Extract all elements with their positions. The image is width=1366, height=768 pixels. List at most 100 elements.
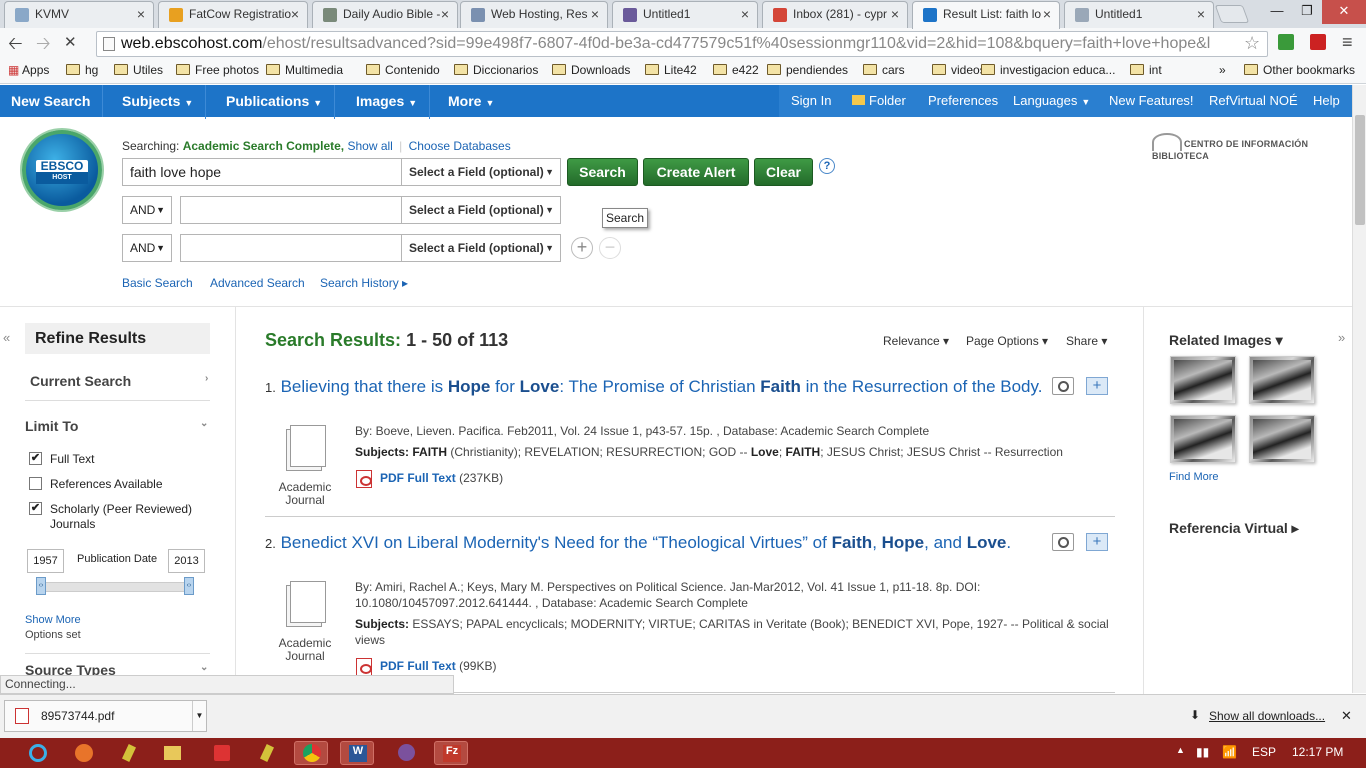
help-icon[interactable]: ? xyxy=(819,158,835,174)
source-types-toggle[interactable]: Source Types ⌄ xyxy=(25,662,210,676)
relevance-dropdown[interactable]: Relevance ▾ xyxy=(883,334,949,348)
year-from-input[interactable]: 1957 xyxy=(27,549,64,573)
search-button[interactable]: Search xyxy=(567,158,638,186)
field-select-2[interactable]: Select a Field (optional) ▼ xyxy=(401,196,561,224)
firefox-icon[interactable] xyxy=(70,741,98,765)
collapse-right-icon[interactable]: » xyxy=(1338,330,1345,345)
signal-icon[interactable]: 📶 xyxy=(1222,745,1237,759)
back-icon[interactable]: 🡠 xyxy=(8,34,23,52)
chrome-icon[interactable] xyxy=(294,741,328,765)
bookmark-item[interactable]: Lite42 xyxy=(645,62,697,78)
nav-folder[interactable]: Folder xyxy=(852,85,906,117)
slider-handle-start[interactable]: ‹› xyxy=(36,577,46,595)
nav-images[interactable]: Images ▼ xyxy=(356,85,431,119)
clock[interactable]: 12:17 PM xyxy=(1292,745,1343,759)
preview-magnifier-icon[interactable] xyxy=(1052,377,1074,395)
show-more-link[interactable]: Show More xyxy=(25,614,81,626)
browser-tab[interactable]: KVMV × xyxy=(4,1,154,28)
tab-close-icon[interactable]: × xyxy=(591,2,599,27)
nav-languages[interactable]: Languages ▼ xyxy=(1013,85,1090,118)
bookmark-item[interactable]: » xyxy=(1219,62,1226,78)
search-input-2[interactable] xyxy=(180,196,402,224)
browser-tab[interactable]: Untitled1 × xyxy=(1064,1,1214,28)
tab-close-icon[interactable]: × xyxy=(137,2,145,27)
pdf-full-text-link[interactable]: PDF Full Text xyxy=(380,471,456,485)
bookmark-item[interactable]: cars xyxy=(863,62,905,78)
extension-icon[interactable] xyxy=(1278,34,1294,50)
bookmark-item[interactable]: Multimedia xyxy=(266,62,343,78)
download-manager-icon[interactable] xyxy=(208,741,236,765)
add-to-folder-icon[interactable]: + xyxy=(1086,377,1108,395)
download-menu-icon[interactable]: ▼ xyxy=(192,701,206,731)
bookmark-item[interactable]: Diccionarios xyxy=(454,62,538,78)
related-image-thumb[interactable] xyxy=(1170,356,1236,404)
nav-publications[interactable]: Publications ▼ xyxy=(226,85,336,119)
tab-close-icon[interactable]: × xyxy=(741,2,749,27)
basic-search-link[interactable]: Basic Search xyxy=(122,276,193,290)
find-more-link[interactable]: Find More xyxy=(1169,471,1219,483)
bookmark-item[interactable]: pendiendes xyxy=(767,62,848,78)
references-available-checkbox[interactable] xyxy=(29,477,42,490)
scholarly-checkbox[interactable]: ✔ xyxy=(29,502,42,515)
create-alert-button[interactable]: Create Alert xyxy=(643,158,749,186)
show-hidden-icons-icon[interactable]: ▲ xyxy=(1176,745,1185,755)
share-dropdown[interactable]: Share ▾ xyxy=(1066,334,1107,348)
year-to-input[interactable]: 2013 xyxy=(168,549,205,573)
stop-loading-icon[interactable]: ✕ xyxy=(64,34,77,52)
show-all-link[interactable]: Show all xyxy=(347,139,392,153)
bookmark-item[interactable]: videos xyxy=(932,62,986,78)
word-icon[interactable]: W xyxy=(340,741,374,765)
bookmark-item[interactable]: Downloads xyxy=(552,62,630,78)
tab-close-icon[interactable]: × xyxy=(1043,2,1051,27)
related-image-thumb[interactable] xyxy=(1170,415,1236,463)
browser-tab[interactable]: Inbox (281) - cypr × xyxy=(762,1,908,28)
clear-button[interactable]: Clear xyxy=(754,158,813,186)
language-indicator[interactable]: ESP xyxy=(1252,745,1276,759)
show-all-downloads-link[interactable]: Show all downloads... xyxy=(1209,709,1325,723)
tab-close-icon[interactable]: × xyxy=(891,2,899,27)
new-tab-button[interactable] xyxy=(1214,5,1250,23)
field-select-3[interactable]: Select a Field (optional) ▼ xyxy=(401,234,561,262)
nav-help[interactable]: Help xyxy=(1313,85,1340,117)
choose-databases-link[interactable]: Choose Databases xyxy=(409,139,511,153)
bookmark-item[interactable]: Free photos xyxy=(176,62,259,78)
bookmark-item[interactable]: int xyxy=(1130,62,1162,78)
remove-row-icon[interactable]: − xyxy=(599,237,621,259)
related-image-thumb[interactable] xyxy=(1249,356,1315,404)
add-row-icon[interactable]: + xyxy=(571,237,593,259)
bookmark-item[interactable]: Utiles xyxy=(114,62,163,78)
forward-icon[interactable]: 🡢 xyxy=(36,34,51,52)
nav-preferences[interactable]: Preferences xyxy=(928,85,998,117)
browser-tab[interactable]: Daily Audio Bible - × xyxy=(312,1,458,28)
download-item[interactable]: 89573744.pdf ▼ xyxy=(4,700,207,732)
close-window-button[interactable]: ✕ xyxy=(1322,0,1366,24)
date-range-slider[interactable] xyxy=(36,582,192,592)
full-text-checkbox[interactable]: ✔ xyxy=(29,452,42,465)
app-icon[interactable] xyxy=(116,741,144,765)
related-image-thumb[interactable] xyxy=(1249,415,1315,463)
field-select-1[interactable]: Select a Field (optional) ▼ xyxy=(401,158,561,186)
ebsco-host-logo[interactable]: EBSCO HOST xyxy=(22,130,102,210)
add-to-folder-icon[interactable]: + xyxy=(1086,533,1108,551)
app-icon[interactable] xyxy=(254,741,282,765)
page-scrollbar[interactable] xyxy=(1352,85,1366,693)
search-input-3[interactable] xyxy=(180,234,402,262)
bookmark-item[interactable]: Contenido xyxy=(366,62,440,78)
bookmark-item[interactable]: Other bookmarks xyxy=(1244,62,1355,78)
address-bar[interactable]: web.ebscohost.com/ehost/resultsadvanced?… xyxy=(96,31,1268,57)
minimize-button[interactable]: — xyxy=(1262,0,1292,24)
nav-new-features[interactable]: New Features! xyxy=(1109,85,1194,117)
browser-tab[interactable]: Result List: faith lo × xyxy=(912,1,1060,29)
slider-handle-end[interactable]: ‹› xyxy=(184,577,194,595)
filezilla-icon[interactable]: Fz xyxy=(434,741,468,765)
pdf-full-text-link[interactable]: PDF Full Text xyxy=(380,659,456,673)
maximize-button[interactable]: ❐ xyxy=(1292,0,1322,24)
file-explorer-icon[interactable] xyxy=(158,741,186,765)
tab-close-icon[interactable]: × xyxy=(291,2,299,27)
close-shelf-icon[interactable]: ✕ xyxy=(1341,708,1352,724)
collapse-left-icon[interactable]: « xyxy=(3,330,10,345)
nav-new-search[interactable]: New Search xyxy=(11,85,104,117)
result-title-1[interactable]: 1. Believing that there is Hope for Love… xyxy=(265,376,1045,398)
nav-subjects[interactable]: Subjects ▼ xyxy=(122,85,207,119)
bookmark-item[interactable]: investigacion educa... xyxy=(981,62,1115,78)
